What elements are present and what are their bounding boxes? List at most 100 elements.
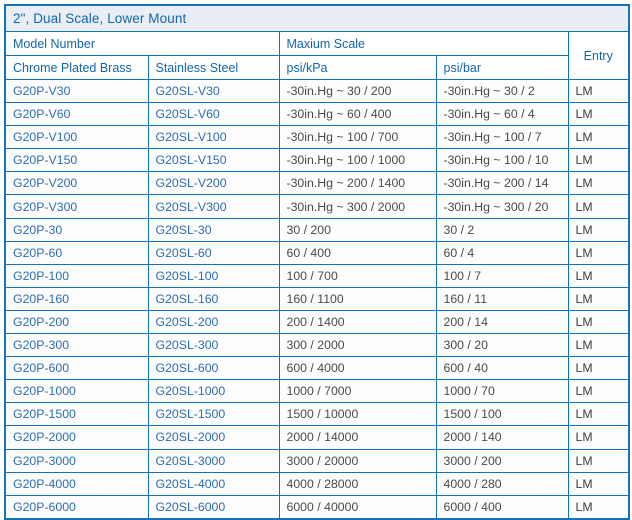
cell-psi-kpa: -30in.Hg ~ 300 / 2000 [278, 194, 437, 219]
cell-stainless-steel: G20SL-60 [147, 240, 280, 265]
cell-psi-kpa: 200 / 1400 [278, 309, 437, 335]
cell-psi-bar: -30in.Hg ~ 200 / 14 [435, 171, 569, 196]
cell-entry: LM [567, 171, 630, 196]
cell-stainless-steel: G20SL-100 [147, 263, 280, 288]
cell-psi-kpa: 600 / 4000 [278, 356, 437, 381]
cell-psi-bar: 30 / 2 [435, 217, 569, 242]
cell-entry: LM [567, 102, 630, 127]
column-header-psi-kpa: psi/kPa [278, 55, 437, 80]
table-row: G20P-300 G20SL-300 300 / 2000 300 / 20 LM [4, 333, 630, 358]
group-header-model-number: Model Number [4, 31, 280, 56]
cell-chrome-plated-brass: G20P-V60 [4, 102, 149, 127]
cell-entry: LM [567, 263, 630, 288]
cell-chrome-plated-brass: G20P-600 [4, 356, 149, 381]
column-header-chrome-plated-brass: Chrome Plated Brass [4, 55, 149, 80]
cell-entry: LM [567, 471, 630, 496]
cell-chrome-plated-brass: G20P-V300 [4, 194, 149, 219]
cell-psi-kpa: 60 / 400 [278, 240, 437, 265]
cell-chrome-plated-brass: G20P-100 [4, 263, 149, 288]
cell-stainless-steel: G20SL-V60 [147, 102, 280, 127]
cell-stainless-steel: G20SL-V30 [147, 78, 280, 104]
cell-entry: LM [567, 148, 630, 173]
table-title: 2", Dual Scale, Lower Mount [4, 4, 630, 32]
cell-stainless-steel: G20SL-30 [147, 217, 280, 242]
cell-psi-kpa: 1000 / 7000 [278, 379, 437, 404]
table-row: G20P-2000 G20SL-2000 2000 / 14000 2000 / 14… [4, 425, 630, 450]
column-header-psi-bar: psi/bar [435, 55, 569, 80]
cell-psi-bar: -30in.Hg ~ 100 / 7 [435, 125, 569, 150]
group-header-maxium-scale: Maxium Scale [278, 31, 569, 56]
cell-entry: LM [567, 379, 630, 404]
cell-entry: LM [567, 309, 630, 335]
cell-entry: LM [567, 356, 630, 381]
cell-psi-bar: -30in.Hg ~ 30 / 2 [435, 78, 569, 104]
cell-chrome-plated-brass: G20P-200 [4, 309, 149, 335]
cell-chrome-plated-brass: G20P-V100 [4, 125, 149, 150]
cell-stainless-steel: G20SL-160 [147, 286, 280, 311]
table-row: G20P-160 G20SL-160 160 / 1100 160 / 11 LM [4, 286, 630, 311]
cell-entry: LM [567, 125, 630, 150]
cell-psi-bar: 600 / 40 [435, 356, 569, 381]
table-row: G20P-V30 G20SL-V30 -30in.Hg ~ 30 / 200 -30i… [4, 78, 630, 104]
table-row: G20P-600 G20SL-600 600 / 4000 600 / 40 LM [4, 356, 630, 381]
cell-stainless-steel: G20SL-1500 [147, 402, 280, 427]
cell-psi-kpa: -30in.Hg ~ 30 / 200 [278, 78, 437, 104]
table-row: G20P-1500 G20SL-1500 1500 / 10000 1500 / 10… [4, 402, 630, 427]
table-row: G20P-100 G20SL-100 100 / 700 100 / 7 LM [4, 263, 630, 288]
cell-chrome-plated-brass: G20P-3000 [4, 448, 149, 473]
cell-psi-bar: -30in.Hg ~ 300 / 20 [435, 194, 569, 219]
table-row: G20P-60 G20SL-60 60 / 400 60 / 4 LM [4, 240, 630, 265]
cell-psi-bar: 100 / 7 [435, 263, 569, 288]
cell-stainless-steel: G20SL-3000 [147, 448, 280, 473]
cell-chrome-plated-brass: G20P-4000 [4, 471, 149, 496]
cell-psi-bar: -30in.Hg ~ 100 / 10 [435, 148, 569, 173]
cell-psi-kpa: 300 / 2000 [278, 333, 437, 358]
cell-entry: LM [567, 78, 630, 104]
cell-chrome-plated-brass: G20P-1000 [4, 379, 149, 404]
cell-chrome-plated-brass: G20P-V30 [4, 78, 149, 104]
cell-stainless-steel: G20SL-V100 [147, 125, 280, 150]
cell-psi-kpa: -30in.Hg ~ 100 / 700 [278, 125, 437, 150]
table-header: 2", Dual Scale, Lower Mount Model Number… [4, 4, 630, 80]
cell-psi-kpa: 160 / 1100 [278, 286, 437, 311]
cell-stainless-steel: G20SL-4000 [147, 471, 280, 496]
cell-stainless-steel: G20SL-V150 [147, 148, 280, 173]
cell-entry: LM [567, 240, 630, 265]
cell-psi-kpa: 1500 / 10000 [278, 402, 437, 427]
cell-chrome-plated-brass: G20P-30 [4, 217, 149, 242]
cell-psi-bar: 60 / 4 [435, 240, 569, 265]
cell-psi-kpa: -30in.Hg ~ 60 / 400 [278, 102, 437, 127]
cell-psi-kpa: 3000 / 20000 [278, 448, 437, 473]
table-row: G20P-1000 G20SL-1000 1000 / 7000 1000 / 70 L… [4, 379, 630, 404]
cell-stainless-steel: G20SL-600 [147, 356, 280, 381]
group-header-row: Model Number Maxium Scale Entry [4, 31, 630, 80]
cell-psi-bar: -30in.Hg ~ 60 / 4 [435, 102, 569, 127]
table-row: G20P-3000 G20SL-3000 3000 / 20000 3000 / 20… [4, 448, 630, 473]
table-body: G20P-V30 G20SL-V30 -30in.Hg ~ 30 / 200 -30i… [4, 78, 630, 520]
cell-psi-kpa: 100 / 700 [278, 263, 437, 288]
cell-entry: LM [567, 425, 630, 450]
cell-stainless-steel: G20SL-V200 [147, 171, 280, 196]
cell-psi-bar: 4000 / 280 [435, 471, 569, 496]
cell-psi-bar: 1000 / 70 [435, 379, 569, 404]
cell-entry: LM [567, 194, 630, 219]
cell-entry: LM [567, 448, 630, 473]
cell-chrome-plated-brass: G20P-V200 [4, 171, 149, 196]
cell-entry: LM [567, 402, 630, 427]
table-row: G20P-V200 G20SL-V200 -30in.Hg ~ 200 / 1400… [4, 171, 630, 196]
table-row: G20P-V60 G20SL-V60 -30in.Hg ~ 60 / 400 -30i… [4, 102, 630, 127]
table-row: G20P-4000 G20SL-4000 4000 / 28000 4000 / 28… [4, 471, 630, 496]
table-row: G20P-200 G20SL-200 200 / 1400 200 / 14 LM [4, 309, 630, 335]
cell-chrome-plated-brass: G20P-300 [4, 333, 149, 358]
pressure-gauge-spec-table: 2", Dual Scale, Lower Mount Model Number… [4, 4, 630, 520]
cell-psi-bar: 200 / 14 [435, 309, 569, 335]
cell-psi-bar: 160 / 11 [435, 286, 569, 311]
cell-psi-kpa: 30 / 200 [278, 217, 437, 242]
cell-psi-kpa: -30in.Hg ~ 200 / 1400 [278, 171, 437, 196]
cell-stainless-steel: G20SL-2000 [147, 425, 280, 450]
cell-entry: LM [567, 286, 630, 311]
cell-chrome-plated-brass: G20P-1500 [4, 402, 149, 427]
group-header-entry: Entry [567, 31, 630, 80]
cell-psi-bar: 2000 / 140 [435, 425, 569, 450]
table-row: G20P-30 G20SL-30 30 / 200 30 / 2 LM [4, 217, 630, 242]
